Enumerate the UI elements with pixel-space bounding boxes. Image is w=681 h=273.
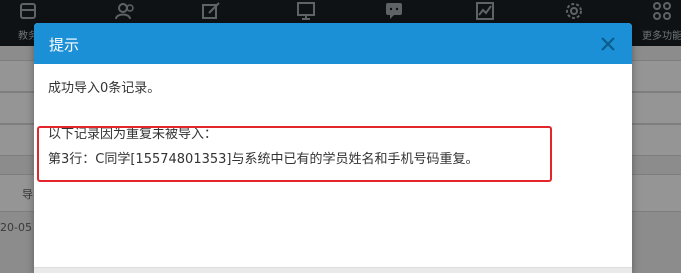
monitor-icon [297,2,315,20]
dialog-body: 成功导入0条记录。 以下记录因为重复未被导入： 第3行：C同学[15574801… [34,64,632,267]
nav-item-more[interactable]: 更多功能 [640,0,681,46]
import-success-message: 成功导入0条记录。 [48,81,161,96]
annotation-highlight-box [37,126,552,182]
book-icon [20,3,36,19]
edit-icon [202,2,220,19]
close-icon[interactable] [598,34,618,54]
apps-icon [653,2,671,20]
dialog-title: 提示 [49,36,80,54]
background-date: 20-05 [0,221,32,234]
nav-label: 更多功能 [642,31,681,42]
chart-icon [476,2,494,20]
gear-icon [566,3,582,19]
import-result-dialog: 提示 成功导入0条记录。 以下记录因为重复未被导入： 第3行：C同学[15574… [34,23,632,273]
users-icon [115,3,134,20]
chat-icon [386,3,402,19]
dialog-header: 提示 [34,23,632,64]
background-column-label: 导 [22,188,33,201]
dialog-footer [34,267,632,273]
